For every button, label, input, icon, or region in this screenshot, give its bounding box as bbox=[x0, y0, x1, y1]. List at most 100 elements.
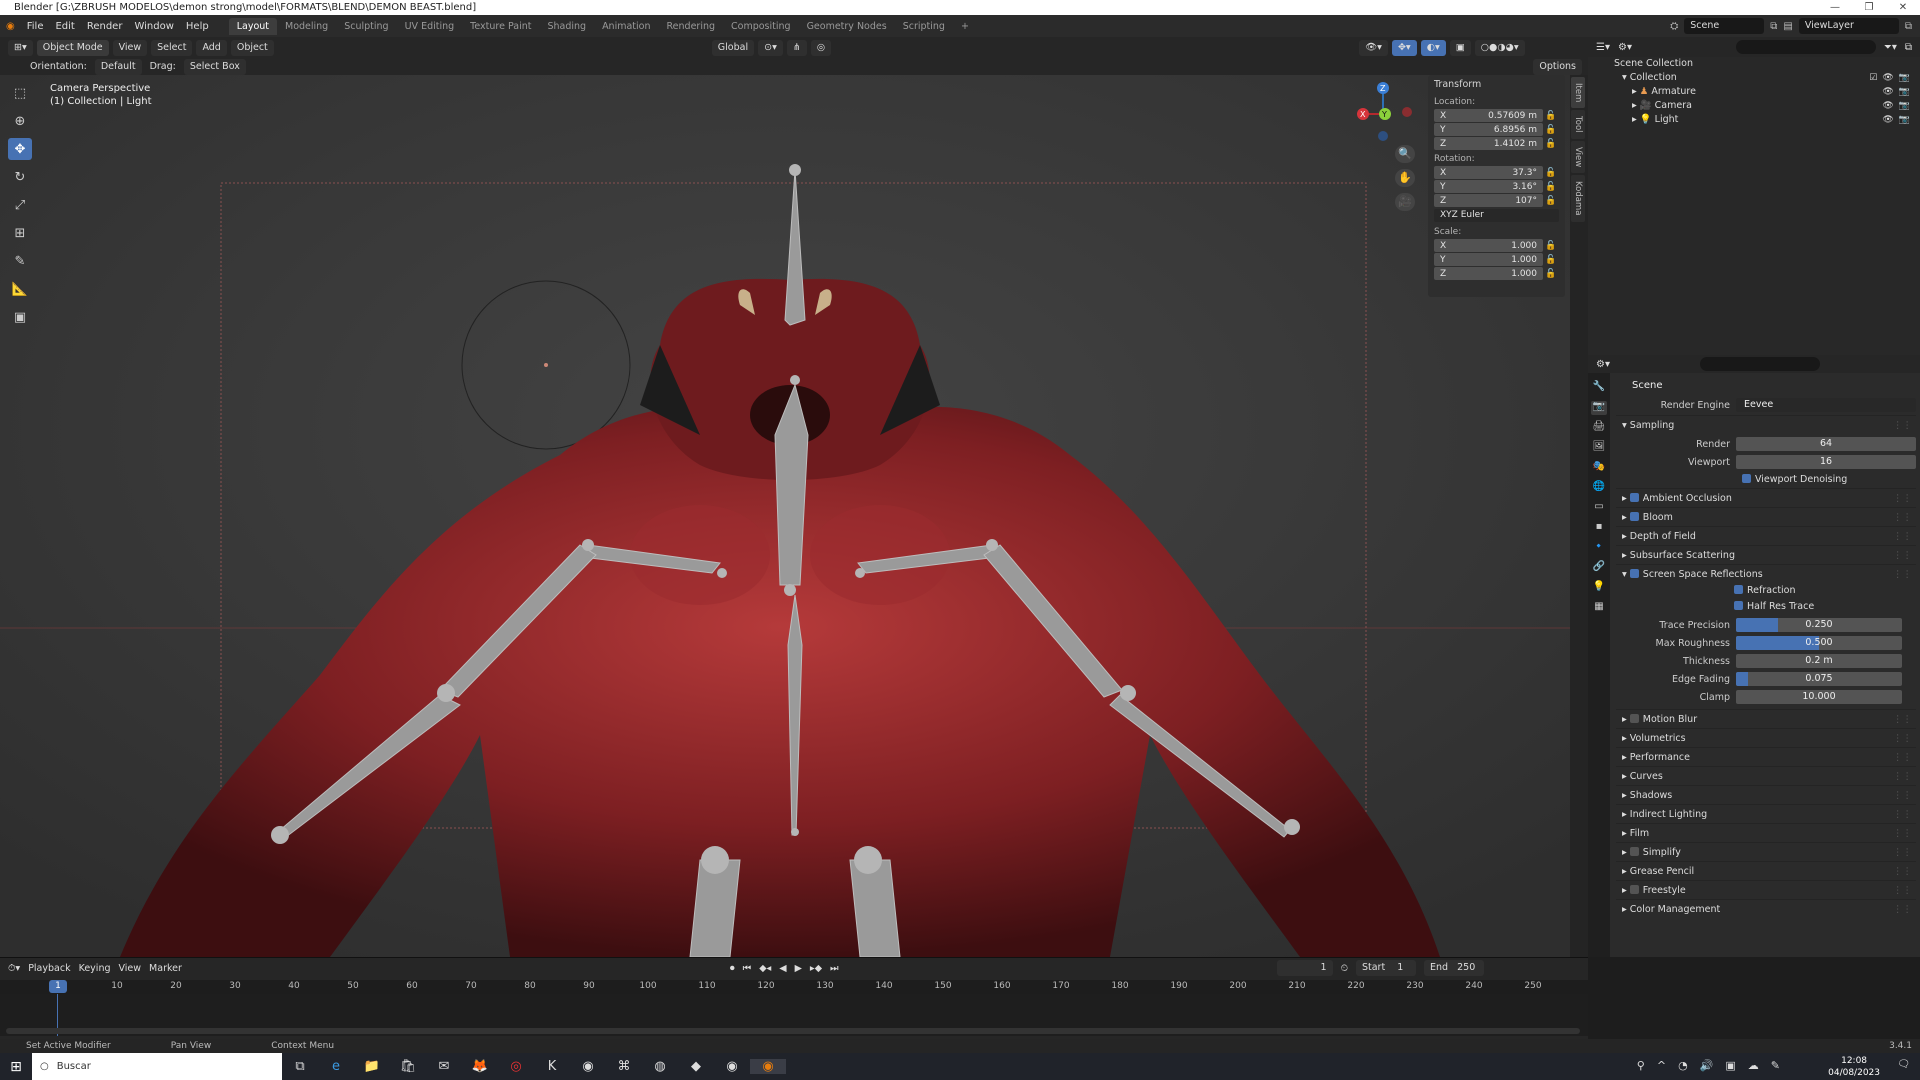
app-icon[interactable]: ◉ bbox=[570, 1059, 606, 1074]
properties-search-input[interactable] bbox=[1699, 357, 1820, 371]
playhead[interactable]: 1 bbox=[49, 980, 67, 993]
tab-modeling[interactable]: Modeling bbox=[277, 18, 336, 35]
lock-icon[interactable]: 🔓 bbox=[1543, 139, 1559, 149]
transform-orientation-selector[interactable]: Global bbox=[711, 39, 755, 56]
section-subsurface-scattering[interactable]: ▸ Subsurface Scattering ⋮⋮ bbox=[1616, 545, 1916, 564]
jump-end-icon[interactable]: ⏭ bbox=[830, 963, 839, 974]
section-freestyle[interactable]: ▸ Freestyle ⋮⋮ bbox=[1616, 880, 1916, 899]
chevron-up-icon[interactable]: ^ bbox=[1657, 1059, 1666, 1072]
location-x-field[interactable]: X 0.57609 m bbox=[1434, 109, 1543, 122]
file-explorer-icon[interactable]: 📁 bbox=[354, 1059, 390, 1074]
rotation-y-field[interactable]: Y 3.16° bbox=[1434, 180, 1543, 193]
tab-rendering[interactable]: Rendering bbox=[659, 18, 724, 35]
editor-type-icon[interactable]: ⊞▾ bbox=[8, 39, 33, 56]
checkbox-icon[interactable] bbox=[1629, 885, 1639, 894]
overlay-icon[interactable]: ◐▾ bbox=[1420, 39, 1446, 56]
prev-keyframe-icon[interactable]: ◆◂ bbox=[759, 963, 771, 974]
task-view-icon[interactable]: ⧉ bbox=[282, 1059, 318, 1074]
checkbox-icon[interactable] bbox=[1629, 847, 1639, 856]
navigation-gizmo[interactable]: Z X Y bbox=[1355, 80, 1415, 144]
render-samples-field[interactable]: 64 bbox=[1736, 437, 1916, 451]
network-icon[interactable]: ◔ bbox=[1678, 1059, 1688, 1072]
menu-marker[interactable]: Marker bbox=[149, 963, 182, 974]
pen-icon[interactable]: ✎ bbox=[1771, 1059, 1780, 1072]
ssr-trace-precision-slider[interactable]: 0.250 bbox=[1736, 618, 1902, 632]
ssr-clamp-slider[interactable]: 10.000 bbox=[1736, 690, 1902, 704]
blender-logo-icon[interactable]: ◉ bbox=[0, 21, 21, 32]
windows-start-icon[interactable]: ⊞ bbox=[0, 1059, 32, 1075]
close-icon[interactable]: ✕ bbox=[1886, 0, 1920, 15]
menu-object[interactable]: Object bbox=[230, 39, 274, 56]
scale-icon[interactable]: ⤢ bbox=[8, 194, 32, 216]
add-workspace-icon[interactable]: + bbox=[953, 18, 977, 35]
menu-select[interactable]: Select bbox=[151, 39, 193, 56]
minimize-icon[interactable]: — bbox=[1818, 0, 1852, 15]
timeline-ruler[interactable]: 1 10 20 30 40 50 60 70 80 90 100 110 120 130 140 150 16… bbox=[0, 980, 1588, 994]
menu-playback[interactable]: Playback bbox=[28, 963, 70, 974]
menu-add[interactable]: Add bbox=[196, 39, 227, 56]
end-frame-field[interactable]: End 250 bbox=[1423, 960, 1484, 976]
notifications-icon[interactable]: 🗨 bbox=[1897, 1059, 1910, 1070]
options-button[interactable]: Options bbox=[1533, 58, 1582, 75]
new-scene-icon[interactable]: ⧉ bbox=[1770, 21, 1777, 32]
ssr-edge-fading-slider[interactable]: 0.075 bbox=[1736, 672, 1902, 686]
checkbox-icon[interactable] bbox=[1629, 569, 1639, 578]
person-icon[interactable]: ⚲ bbox=[1637, 1059, 1645, 1072]
store-icon[interactable]: 🛍 bbox=[390, 1059, 426, 1074]
current-frame-field[interactable]: 1 bbox=[1276, 960, 1333, 976]
taskbar-search-input[interactable]: ○ Buscar bbox=[32, 1053, 282, 1080]
viewport-denoising-checkbox[interactable]: Viewport Denoising bbox=[1616, 472, 1916, 488]
app-icon[interactable]: ◎ bbox=[498, 1059, 534, 1074]
chrome-icon[interactable]: ◍ bbox=[642, 1059, 678, 1074]
edge-icon[interactable]: e bbox=[318, 1059, 354, 1074]
annotate-icon[interactable]: ✎ bbox=[8, 250, 32, 272]
tab-view[interactable]: View bbox=[1571, 140, 1585, 174]
add-cube-icon[interactable]: ▣ bbox=[8, 306, 32, 328]
transform-icon[interactable]: ⊞ bbox=[8, 222, 32, 244]
pivot-icon[interactable]: ⊙▾ bbox=[758, 39, 783, 56]
scale-y-field[interactable]: Y 1.000 bbox=[1434, 253, 1543, 266]
ssr-thickness-slider[interactable]: 0.2 m bbox=[1736, 654, 1902, 668]
filter-icon[interactable]: ⏷▾ bbox=[1884, 42, 1897, 53]
tab-animation[interactable]: Animation bbox=[594, 18, 658, 35]
timeline-scrollbar[interactable] bbox=[6, 1028, 1580, 1034]
record-icon[interactable]: ⏺ bbox=[730, 963, 735, 974]
scale-z-field[interactable]: Z 1.000 bbox=[1434, 267, 1543, 280]
outliner-scene-collection[interactable]: Scene Collection bbox=[1588, 57, 1920, 71]
rotation-mode-selector[interactable]: XYZ Euler bbox=[1434, 209, 1559, 222]
section-film[interactable]: ▸ Film ⋮⋮ bbox=[1616, 823, 1916, 842]
collection-tab-icon[interactable]: ▭ bbox=[1591, 501, 1607, 515]
new-view-layer-icon[interactable]: ⧉ bbox=[1905, 21, 1912, 32]
3d-viewport[interactable] bbox=[0, 75, 1570, 957]
tool-tab-icon[interactable]: 🔧 bbox=[1591, 381, 1607, 395]
view-layer-tab-icon[interactable]: 🖼 bbox=[1591, 441, 1607, 455]
ssr-max-roughness-slider[interactable]: 0.500 bbox=[1736, 636, 1902, 650]
outliner-search-input[interactable] bbox=[1735, 40, 1876, 54]
app-icon[interactable]: K bbox=[534, 1059, 570, 1074]
section-simplify[interactable]: ▸ Simplify ⋮⋮ bbox=[1616, 842, 1916, 861]
app-icon[interactable]: ◉ bbox=[714, 1059, 750, 1074]
editor-type-icon[interactable]: ⚙▾ bbox=[1596, 359, 1610, 370]
refraction-checkbox[interactable]: Refraction bbox=[1616, 583, 1916, 599]
lock-icon[interactable]: 🔓 bbox=[1543, 196, 1559, 206]
app-tray-icon[interactable]: ☁ bbox=[1748, 1059, 1759, 1072]
mode-selector[interactable]: Object Mode bbox=[36, 39, 109, 56]
lock-icon[interactable]: 🔓 bbox=[1543, 255, 1559, 265]
output-tab-icon[interactable]: 🖨 bbox=[1591, 421, 1607, 435]
section-ambient-occlusion[interactable]: ▸ Ambient Occlusion ⋮⋮ bbox=[1616, 488, 1916, 507]
tab-item[interactable]: Item bbox=[1571, 77, 1585, 109]
next-keyframe-icon[interactable]: ▸◆ bbox=[810, 963, 822, 974]
data-tab-icon[interactable]: 💡 bbox=[1591, 581, 1607, 595]
scene-tab-icon[interactable]: 🎭 bbox=[1591, 461, 1607, 475]
outliner-item-armature[interactable]: ▸ ♟ Armature 👁 📷 bbox=[1588, 85, 1920, 99]
location-y-field[interactable]: Y 6.8956 m bbox=[1434, 123, 1543, 136]
measure-icon[interactable]: 📐 bbox=[8, 278, 32, 300]
menu-file[interactable]: File bbox=[21, 21, 50, 32]
cursor-icon[interactable]: ⊕ bbox=[8, 110, 32, 132]
section-color-management[interactable]: ▸ Color Management ⋮⋮ bbox=[1616, 899, 1916, 918]
lock-icon[interactable]: 🔓 bbox=[1543, 182, 1559, 192]
rotate-icon[interactable]: ↻ bbox=[8, 166, 32, 188]
shading-modes-icon[interactable]: ○●◑◕▾ bbox=[1474, 39, 1525, 56]
lock-icon[interactable]: 🔓 bbox=[1543, 241, 1559, 251]
tab-kodama[interactable]: Kodama bbox=[1571, 175, 1585, 222]
